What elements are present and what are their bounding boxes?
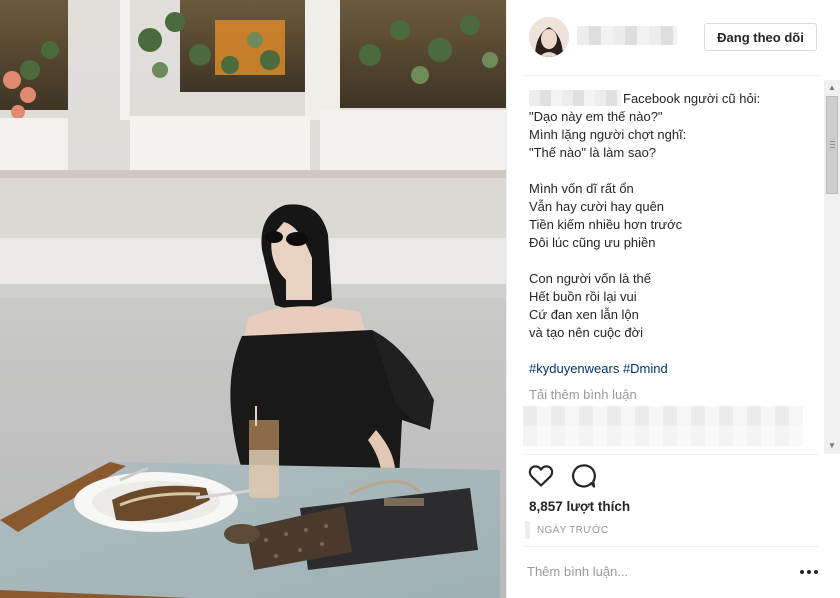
caption-line: Mình lặng người chợt nghĩ: bbox=[529, 127, 687, 142]
like-button[interactable] bbox=[527, 462, 555, 490]
username-redacted[interactable] bbox=[577, 26, 677, 45]
arrow-up-icon[interactable]: ▲ bbox=[824, 80, 840, 96]
add-comment-input[interactable] bbox=[527, 558, 777, 584]
caption-line: Hết buồn rồi lại vui bbox=[529, 289, 637, 304]
caption-line: Đôi lúc cũng ưu phiền bbox=[529, 235, 656, 250]
post-details-panel: Đang theo dõi Facebook người cũ hỏi: "Dạ… bbox=[506, 0, 840, 598]
caption-gap bbox=[529, 252, 819, 270]
caption-line: Vẫn hay cười hay quên bbox=[529, 199, 665, 214]
caption-gap bbox=[529, 162, 819, 180]
caption-author-redacted[interactable] bbox=[529, 90, 621, 106]
caption-gap bbox=[529, 342, 819, 360]
avatar[interactable] bbox=[529, 17, 569, 57]
post-image bbox=[0, 0, 506, 598]
post-timestamp[interactable]: NGÀY TRƯỚC bbox=[537, 525, 608, 536]
like-count[interactable]: 8,857 lượt thích bbox=[529, 499, 630, 514]
caption-line: "Dạo này em thế nào?" bbox=[529, 109, 663, 124]
load-more-comments-link[interactable]: Tải thêm bình luận bbox=[529, 386, 819, 404]
hashtag-links[interactable]: #kyduyenwears #Dmind bbox=[529, 360, 819, 378]
comment-button[interactable] bbox=[569, 462, 597, 490]
timestamp-redacted bbox=[525, 521, 530, 539]
add-comment-divider bbox=[525, 546, 818, 547]
comments-section: Facebook người cũ hỏi: "Dạo này em thế n… bbox=[507, 76, 840, 454]
more-options-button[interactable] bbox=[795, 558, 823, 584]
speech-bubble-icon bbox=[571, 464, 596, 488]
comments-scrollbar[interactable]: ▲ ▼ bbox=[824, 80, 840, 454]
caption-line: "Thế nào" là làm sao? bbox=[529, 145, 657, 160]
arrow-down-icon[interactable]: ▼ bbox=[824, 438, 840, 454]
caption-line: Tiền kiếm nhiều hơn trước bbox=[529, 217, 683, 232]
caption-line: Cứ đan xen lẫn lộn bbox=[529, 307, 639, 322]
scroll-thumb[interactable] bbox=[826, 96, 838, 194]
caption-first-line: Facebook người cũ hỏi: bbox=[529, 90, 819, 108]
caption-line: Mình vốn dĩ rất ổn bbox=[529, 181, 634, 196]
comment-redacted bbox=[523, 406, 803, 446]
post-photo bbox=[0, 0, 506, 598]
ellipsis-icon bbox=[800, 570, 804, 574]
caption-line: Con người vốn là thế bbox=[529, 271, 652, 286]
ellipsis-icon bbox=[814, 570, 818, 574]
caption-line: và tạo nên cuộc đời bbox=[529, 325, 644, 340]
ellipsis-icon bbox=[807, 570, 811, 574]
actions-divider bbox=[525, 454, 818, 455]
grip-icon bbox=[830, 141, 835, 149]
post-caption: Facebook người cũ hỏi: "Dạo này em thế n… bbox=[529, 90, 819, 404]
post-header: Đang theo dõi bbox=[507, 0, 840, 76]
avatar-image bbox=[529, 17, 569, 57]
following-button[interactable]: Đang theo dõi bbox=[704, 23, 817, 51]
heart-icon bbox=[528, 465, 554, 487]
